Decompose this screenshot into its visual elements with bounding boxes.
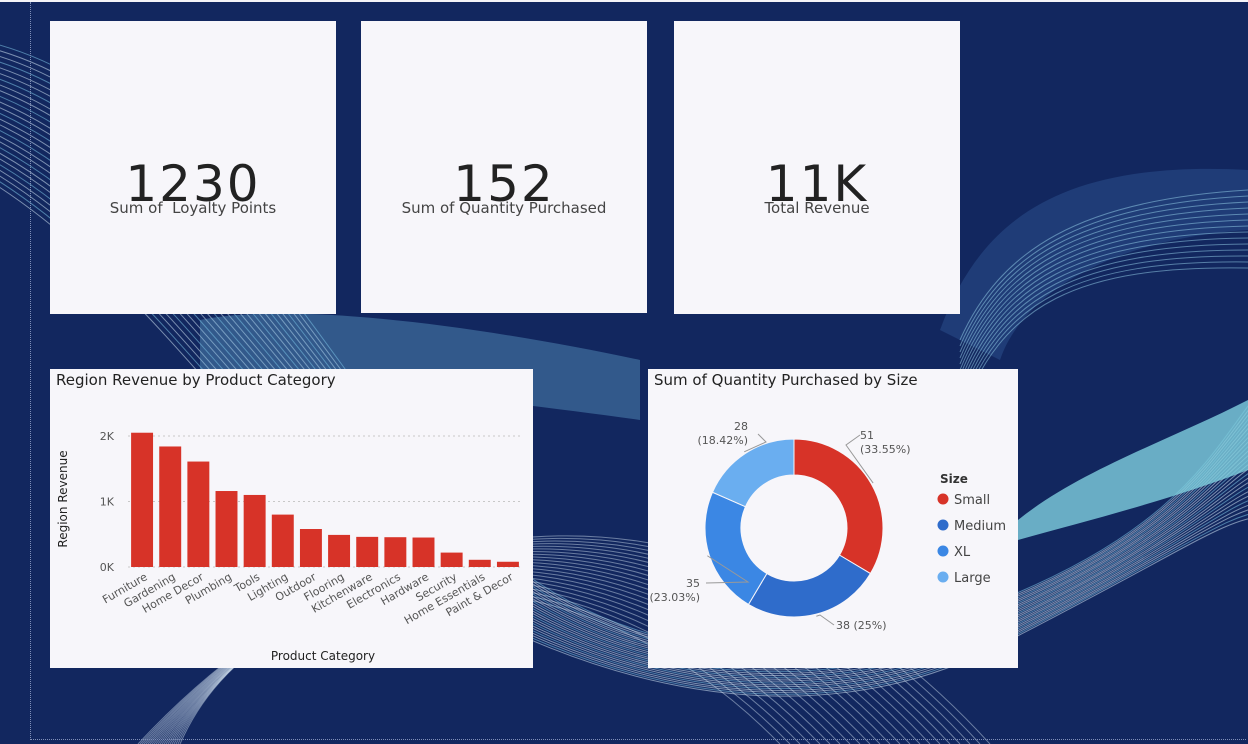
bar-chart: 0K1K2KRegion RevenueProduct CategoryFurn… — [56, 430, 522, 663]
bar[interactable] — [187, 461, 210, 567]
kpi-label: Sum of Loyalty Points — [109, 199, 277, 217]
bar[interactable] — [384, 537, 407, 567]
kpi-label: Sum of Quantity Purchased — [401, 199, 607, 217]
bar[interactable] — [440, 552, 463, 567]
donut-slice-medium[interactable] — [747, 554, 872, 618]
y-tick-label: 1K — [100, 496, 115, 509]
bar[interactable] — [412, 537, 435, 567]
y-tick-label: 0K — [100, 561, 115, 574]
kpi-card-total-revenue[interactable]: 11K Total Revenue — [674, 21, 960, 314]
bar[interactable] — [131, 432, 154, 567]
legend-marker — [937, 493, 949, 505]
bar-chart-card[interactable]: Region Revenue by Product Category 0K 1K 2… — [50, 369, 533, 668]
donut-slice-small[interactable] — [793, 438, 884, 575]
kpi-card-loyalty-points[interactable]: 1230 Sum of Loyalty Points — [50, 21, 336, 314]
donut-chart: 51(33.55%) 38 (25%) 35(23.03%) 28(18.42%) Si… — [649, 420, 1006, 632]
leader-line — [816, 614, 835, 626]
legend-item-xl[interactable]: XL — [954, 545, 971, 560]
kpi-label: Total Revenue — [764, 199, 870, 217]
bar[interactable] — [271, 514, 294, 567]
data-label: 38 (25%) — [836, 619, 887, 632]
x-axis-title: Product Category — [271, 649, 375, 663]
legend-item-small[interactable]: Small — [954, 493, 990, 508]
legend-title: Size — [940, 472, 968, 486]
data-label: 28 — [734, 420, 748, 433]
legend-item-large[interactable]: Large — [954, 571, 991, 586]
legend-marker — [937, 519, 949, 531]
kpi-card-quantity-purchased[interactable]: 152 Sum of Quantity Purchased — [361, 21, 647, 313]
donut-slice-xl[interactable] — [704, 491, 768, 606]
legend-marker — [937, 545, 949, 557]
bar[interactable] — [496, 561, 519, 567]
bar[interactable] — [356, 536, 379, 567]
legend-marker — [937, 571, 949, 583]
bar[interactable] — [215, 491, 238, 567]
legend-item-medium[interactable]: Medium — [954, 519, 1006, 534]
data-label: 35 — [686, 577, 700, 590]
data-label: (33.55%) — [860, 443, 911, 456]
bar[interactable] — [299, 529, 322, 567]
bar[interactable] — [243, 494, 266, 567]
y-tick-label: 2K — [100, 430, 115, 443]
bar[interactable] — [468, 559, 491, 567]
bar[interactable] — [328, 534, 351, 567]
donut-slice-large[interactable] — [711, 438, 795, 508]
data-label: (23.03%) — [649, 591, 700, 604]
bar[interactable] — [159, 446, 182, 567]
y-axis-title: Region Revenue — [56, 450, 70, 547]
donut-chart-card[interactable]: Sum of Quantity Purchased by Size 51 (33.… — [648, 369, 1018, 668]
data-label: (18.42%) — [697, 434, 748, 447]
data-label: 51 — [860, 429, 874, 442]
